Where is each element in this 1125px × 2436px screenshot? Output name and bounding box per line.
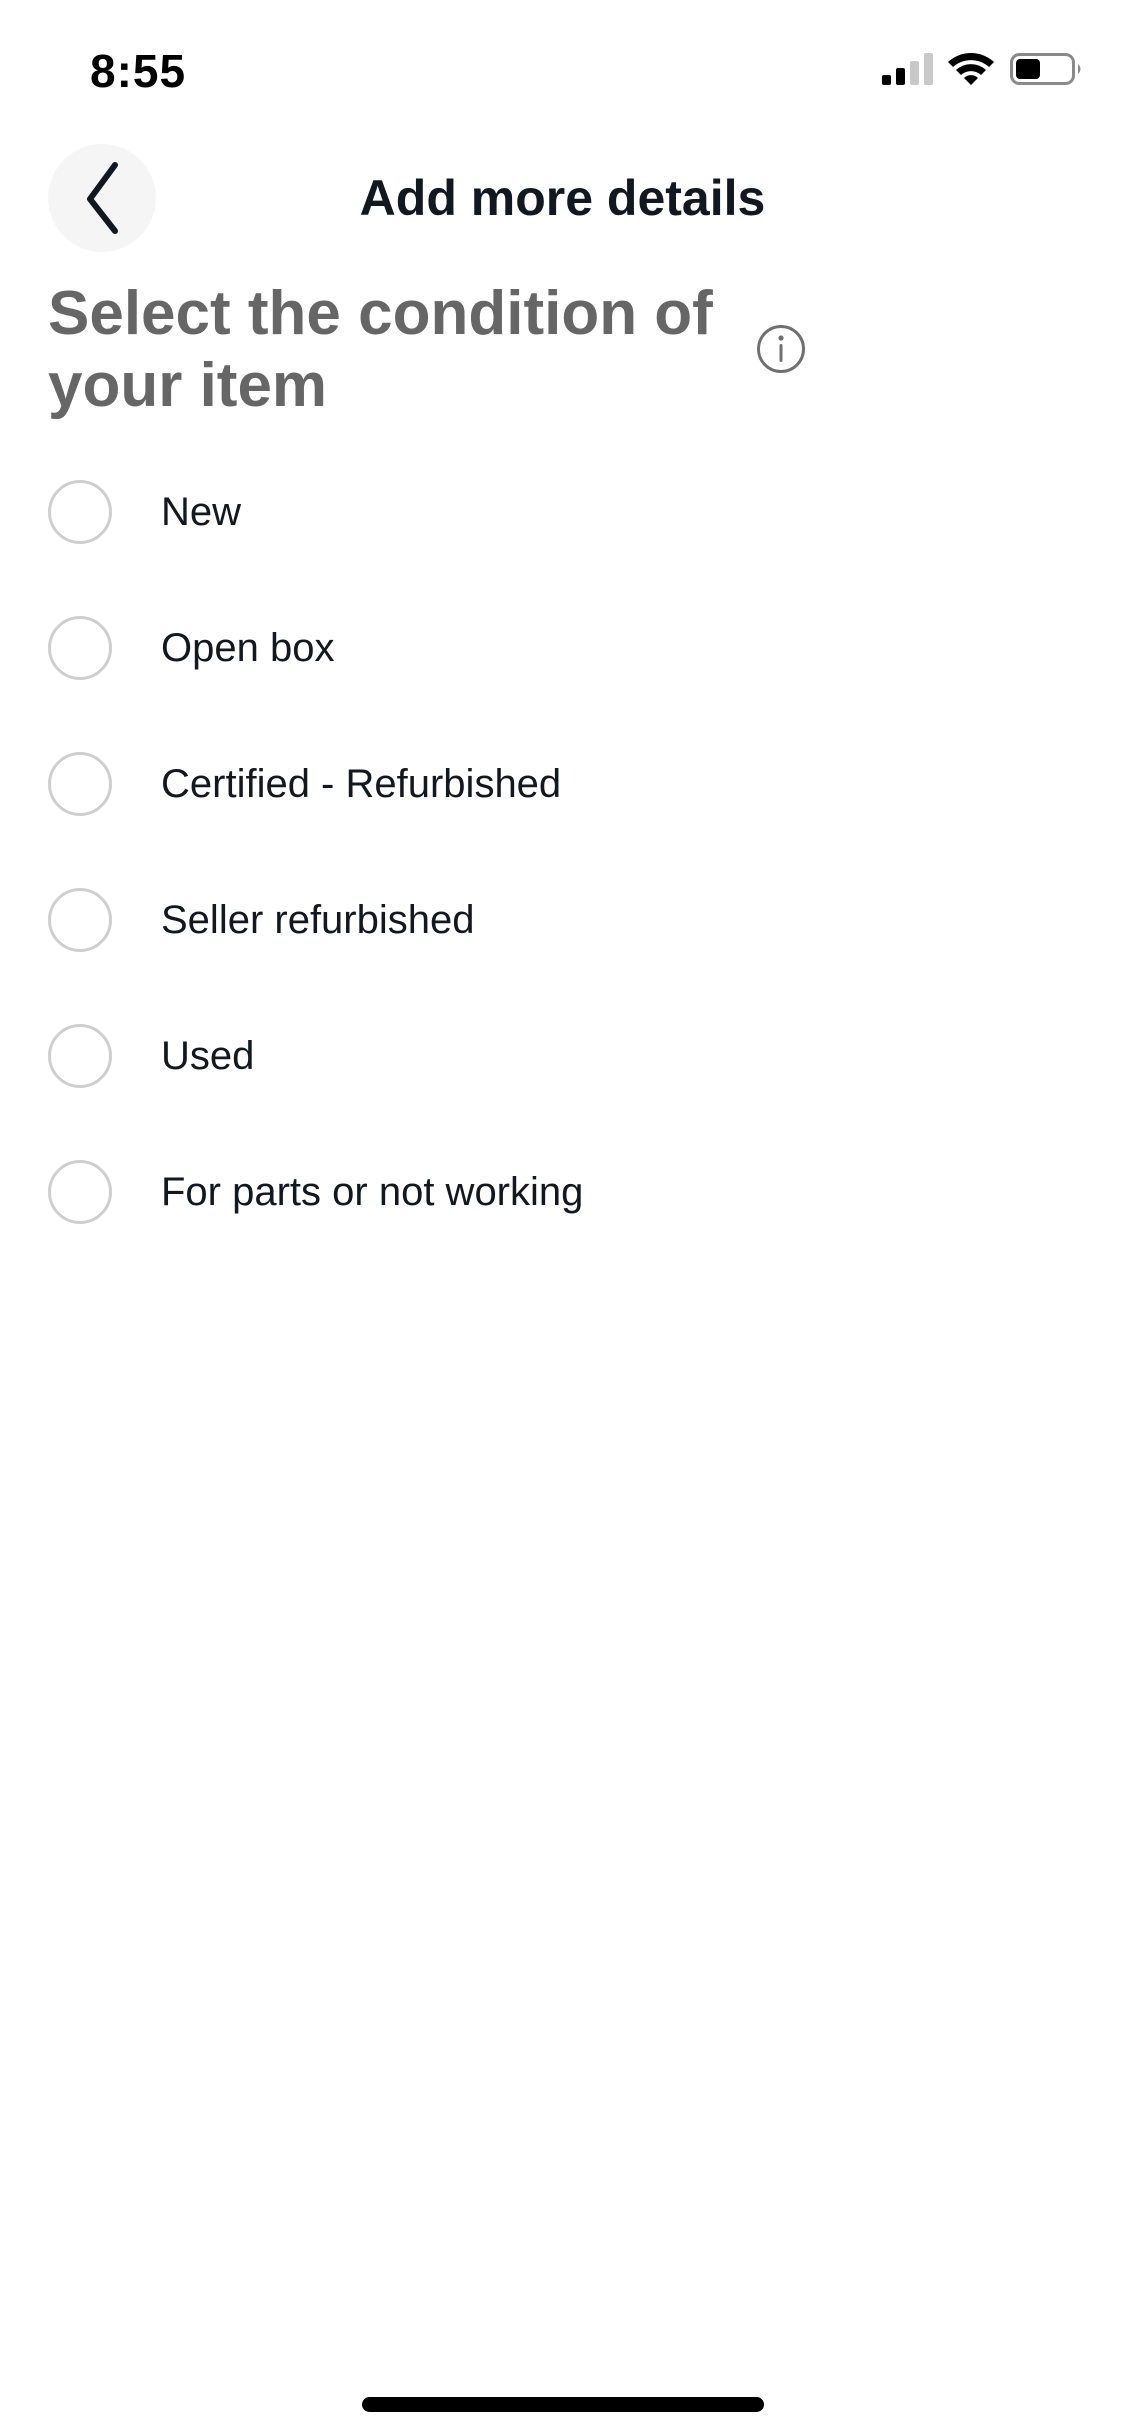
condition-option-open-box[interactable]: Open box (0, 580, 1125, 716)
radio-button[interactable] (48, 1024, 112, 1088)
radio-button[interactable] (48, 1160, 112, 1224)
radio-button[interactable] (48, 888, 112, 952)
home-indicator[interactable] (362, 2397, 764, 2412)
signal-bar (924, 53, 933, 85)
condition-option-used[interactable]: Used (0, 988, 1125, 1124)
condition-options-list: New Open box Certified - Refurbished Sel… (0, 444, 1125, 1260)
condition-option-new[interactable]: New (0, 444, 1125, 580)
option-label: For parts or not working (161, 1169, 584, 1214)
status-time: 8:55 (90, 45, 187, 97)
condition-heading: Select the condition of your item (48, 279, 713, 420)
info-circle-icon (757, 325, 805, 373)
condition-option-seller-refurbished[interactable]: Seller refurbished (0, 852, 1125, 988)
radio-button[interactable] (48, 480, 112, 544)
condition-option-certified-refurbished[interactable]: Certified - Refurbished (0, 716, 1125, 852)
info-button[interactable] (756, 324, 806, 374)
signal-bar (910, 61, 919, 85)
radio-button[interactable] (48, 616, 112, 680)
option-label: Open box (161, 625, 335, 670)
signal-bar (882, 75, 891, 85)
battery-icon (1010, 53, 1081, 85)
battery-level (1016, 59, 1040, 79)
cellular-signal-icon (882, 53, 933, 85)
radio-button[interactable] (48, 752, 112, 816)
wifi-icon (948, 53, 994, 85)
option-label: Certified - Refurbished (161, 761, 562, 806)
option-label: Seller refurbished (161, 897, 475, 942)
signal-bar (896, 68, 905, 85)
page-title: Add more details (359, 170, 766, 226)
option-label: Used (161, 1033, 255, 1078)
condition-option-for-parts[interactable]: For parts or not working (0, 1124, 1125, 1260)
option-label: New (161, 489, 242, 534)
